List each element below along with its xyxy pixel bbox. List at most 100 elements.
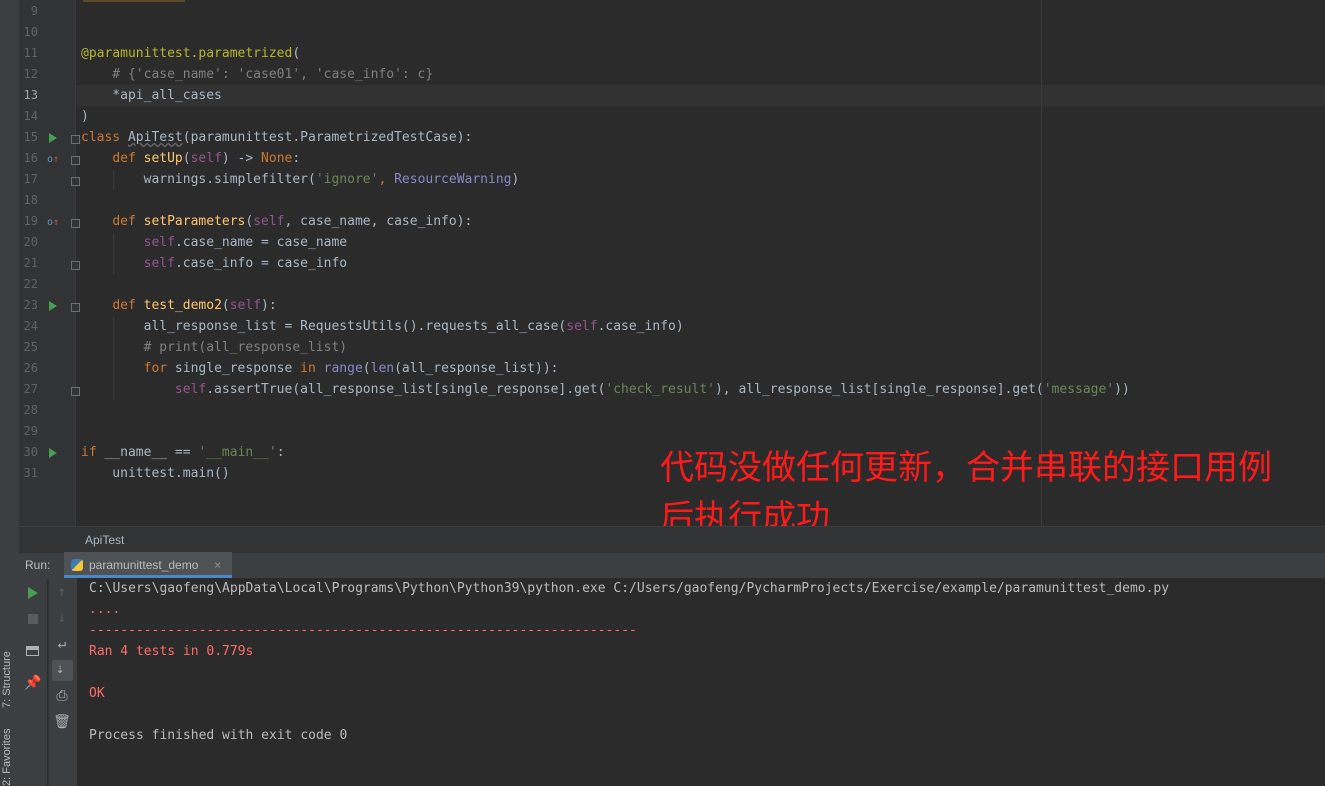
code-line-23: def test_demo2(self): — [81, 295, 277, 316]
code-text: .case_name = case_name — [174, 235, 348, 250]
code-text: ( — [292, 46, 301, 61]
line-number: 21 — [23, 256, 38, 270]
console-exit: Process finished with exit code 0 — [89, 728, 348, 743]
line-number: 17 — [23, 172, 38, 186]
keyword: in — [300, 361, 316, 376]
code-text: ( — [221, 298, 230, 313]
console-ran-tests: Ran 4 tests in 0.779s — [89, 644, 254, 659]
scroll-highlight-mark — [83, 0, 185, 2]
favorites-tool-tab[interactable]: 2: Favorites — [1, 722, 18, 786]
scroll-to-end-icon[interactable]: ⇣ — [52, 660, 73, 681]
code-text: : — [276, 445, 285, 460]
breadcrumb[interactable]: ApiTest — [85, 533, 124, 547]
code-line-13: *api_all_cases — [81, 88, 222, 103]
code-line-17: warnings.simplefilter('ignore', Resource… — [81, 169, 520, 190]
run-console[interactable] — [77, 578, 1325, 786]
current-line-highlight — [76, 85, 1325, 106]
fold-marker[interactable] — [71, 177, 80, 186]
run-label: Run: — [25, 558, 51, 572]
self-keyword: self — [566, 319, 598, 334]
code-line-19: def setParameters(self, case_name, case_… — [81, 211, 472, 232]
line-number: 11 — [23, 46, 38, 60]
keyword: def — [112, 298, 144, 313]
fold-marker[interactable] — [71, 261, 80, 270]
run-tab-label[interactable]: paramunittest_demo — [89, 558, 198, 572]
fold-marker[interactable] — [71, 387, 80, 396]
code-text: .assertTrue(all_response_list[single_res… — [206, 382, 606, 397]
up-arrow-icon[interactable]: ↑ — [52, 584, 72, 600]
line-number: 15 — [23, 130, 38, 144]
self-keyword: self — [174, 382, 207, 397]
code-line-30: if __name__ == '__main__': — [81, 442, 285, 463]
string: 'check_result' — [605, 382, 715, 397]
code-line-27: self.assertTrue(all_response_list[single… — [81, 379, 1130, 400]
stop-icon[interactable] — [28, 614, 38, 624]
code-line-20: self.case_name = case_name — [81, 232, 348, 253]
keyword: if — [81, 445, 105, 460]
soft-wrap-icon[interactable]: ↵ — [52, 636, 72, 652]
code-text: ): — [261, 298, 277, 313]
line-number: 31 — [23, 466, 38, 480]
line-number: 12 — [23, 67, 38, 81]
code-line-21: self.case_info = case_info — [81, 253, 348, 274]
run-icon[interactable] — [49, 301, 57, 311]
pin-icon[interactable]: 📌 — [23, 675, 43, 691]
code-text: , case_name, case_info): — [284, 214, 473, 229]
line-number: 9 — [30, 4, 38, 18]
line-number: 27 — [23, 382, 38, 396]
self-keyword: self — [143, 256, 175, 271]
code-text: single_response — [167, 361, 301, 376]
print-icon[interactable]: ⎙ — [52, 688, 72, 704]
code-text: ) -> — [221, 151, 262, 166]
code-text: ) — [511, 172, 520, 187]
code-text: (paramunittest.ParametrizedTestCase): — [182, 130, 473, 145]
string: '__main__' — [198, 445, 277, 460]
code-text: all_response_list = RequestsUtils().requ… — [81, 319, 567, 334]
function-name: setUp — [143, 151, 183, 166]
line-number: 28 — [23, 403, 38, 417]
close-icon[interactable]: × — [214, 558, 221, 572]
code-text: .case_info = case_info — [174, 256, 348, 271]
run-icon[interactable] — [49, 133, 57, 143]
override-icon[interactable]: o↑ — [47, 154, 59, 166]
self-keyword: self — [253, 214, 285, 229]
run-icon[interactable] — [49, 448, 57, 458]
fold-marker[interactable] — [71, 156, 80, 165]
code-text: ( — [182, 151, 191, 166]
fold-marker[interactable] — [71, 303, 80, 312]
keyword: class — [81, 130, 128, 145]
class-name: ApiTest — [127, 130, 183, 145]
fold-marker[interactable] — [71, 219, 80, 228]
code-line-16: def setUp(self) -> None: — [81, 148, 300, 169]
breadcrumb-bar — [19, 526, 1325, 553]
code-text: (all_response_list)): — [394, 361, 559, 376]
function-name: test_demo2 — [143, 298, 222, 313]
down-arrow-icon[interactable]: ↓ — [52, 610, 72, 626]
override-icon[interactable]: o↑ — [47, 217, 59, 229]
code-text: )) — [1114, 382, 1130, 397]
code-line-15: class ApiTest(paramunittest.Parametrized… — [81, 127, 472, 148]
console-ok: OK — [89, 686, 105, 701]
code-text: ( — [362, 361, 371, 376]
self-keyword: self — [143, 235, 175, 250]
code-text: : — [292, 151, 301, 166]
function-name: setParameters — [143, 214, 246, 229]
line-number: 24 — [23, 319, 38, 333]
structure-tool-tab[interactable]: 7: Structure — [1, 630, 18, 708]
builtin: len — [370, 361, 395, 376]
code-line-11: @paramunittest.parametrized( — [81, 43, 300, 64]
keyword: def — [112, 151, 144, 166]
line-number: 22 — [23, 277, 38, 291]
console-dots: .... — [89, 602, 121, 617]
line-number: 29 — [23, 424, 38, 438]
trash-icon[interactable]: 🗑 — [52, 714, 72, 730]
line-number: 26 — [23, 361, 38, 375]
fold-marker[interactable] — [71, 135, 80, 144]
layout-icon[interactable] — [26, 646, 39, 656]
rerun-icon[interactable] — [28, 587, 38, 599]
code-line-25: # print(all_response_list) — [81, 340, 348, 355]
